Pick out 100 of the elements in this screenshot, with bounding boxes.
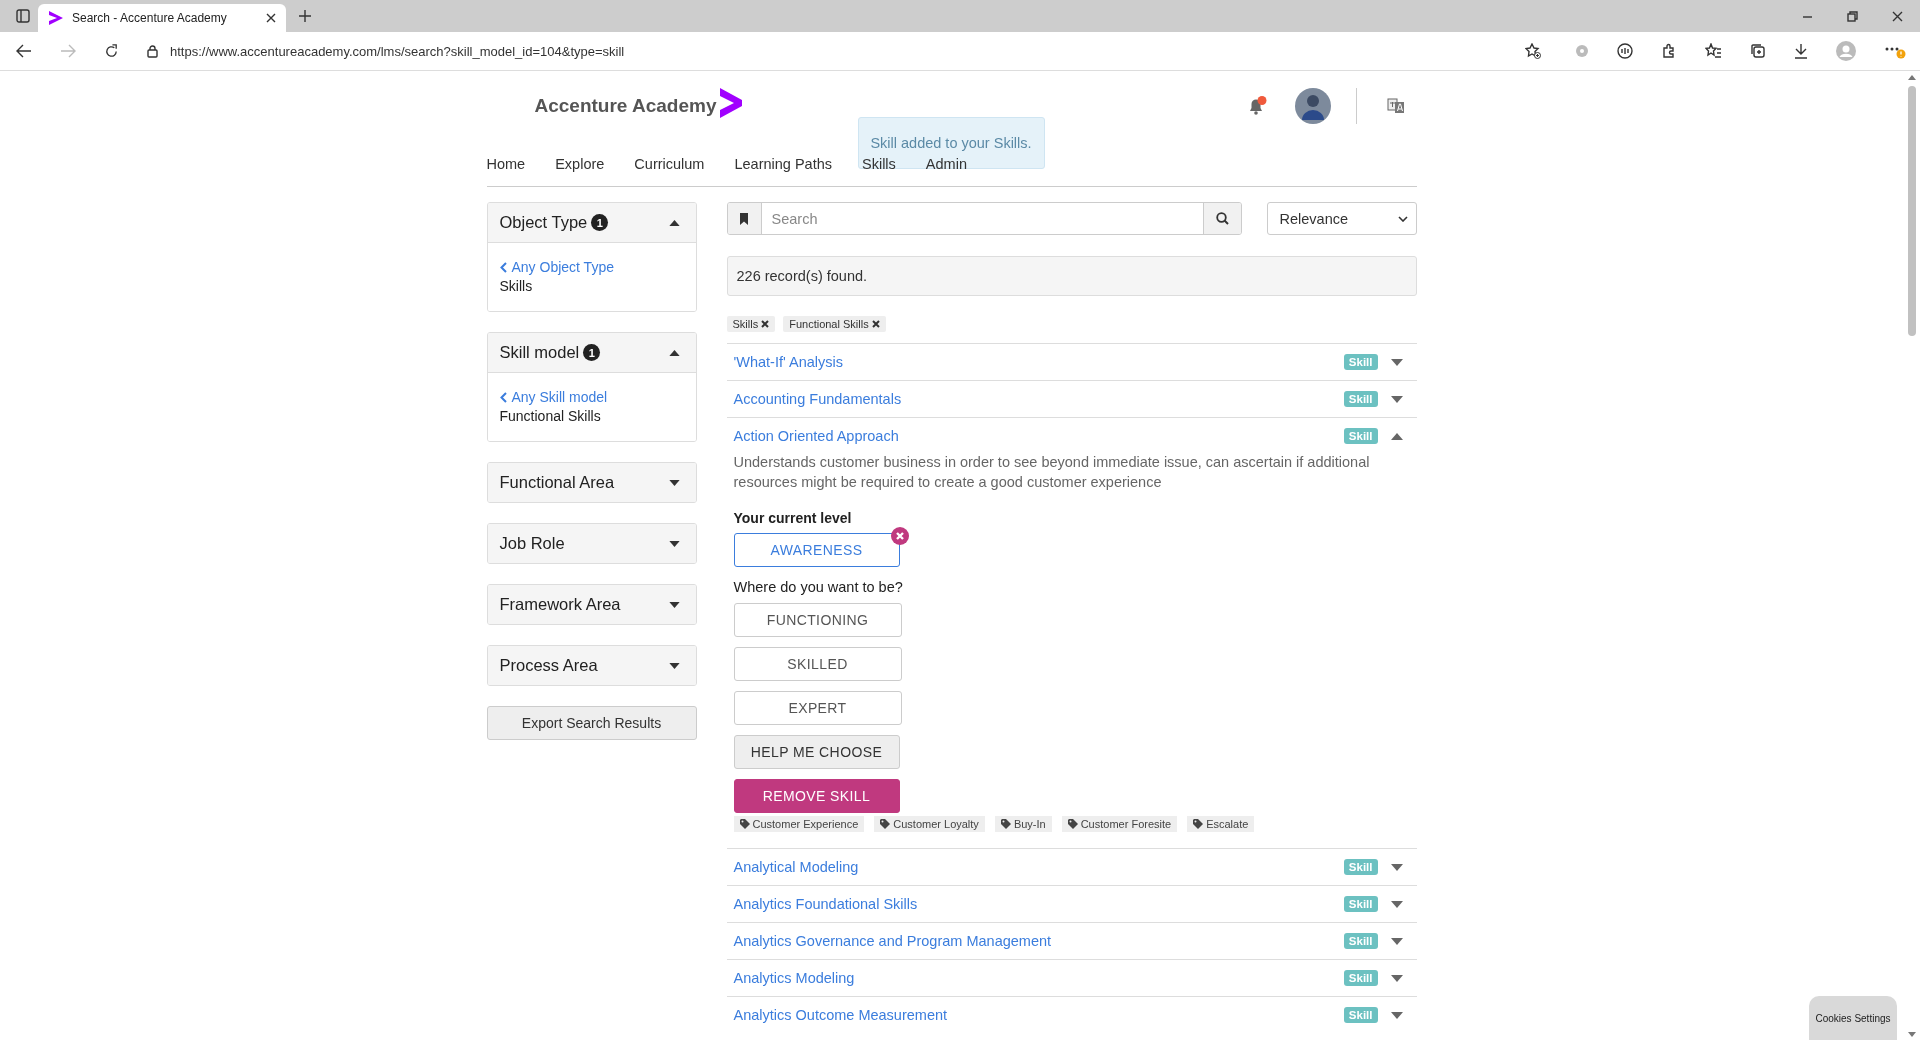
section-label: Your current level [733,510,853,526]
level-button[interactable]: FUNCTIONING [733,603,902,637]
remove-icon[interactable] [761,320,770,328]
bookmark-icon [739,212,749,225]
tag[interactable]: Customer Loyalty [874,816,985,832]
section-label: Where do you want to be? [733,579,904,595]
download-icon[interactable] [1794,43,1808,59]
caret-down-icon[interactable] [1390,358,1403,366]
chevron-left-icon [499,261,507,273]
skill-badge: Skill [1343,1007,1378,1023]
filter-header[interactable]: Process Area [487,646,696,685]
nav-link[interactable]: Learning Paths [734,155,832,172]
result-link[interactable]: Analytics Modeling [733,970,855,986]
search-icon [1215,212,1229,225]
avatar-icon[interactable] [1294,88,1331,124]
tag-icon [880,819,891,829]
skill-badge: Skill [1343,933,1378,949]
collections-icon[interactable] [1750,43,1766,59]
chevron-icon [48,11,64,25]
filter-value: Functional Skills [499,408,602,424]
tag[interactable]: Customer Experience [733,816,865,832]
lock-icon [147,44,158,58]
nav-link[interactable]: Home [486,155,526,172]
search-field[interactable]: Search [726,202,1242,235]
export-button[interactable]: Export Search Results [486,706,697,740]
caret-down-icon[interactable] [1390,863,1403,871]
scrollbar-thumb[interactable] [1907,86,1916,336]
help-button[interactable]: HELP ME CHOOSE [733,735,900,769]
arrow-up-icon[interactable] [1907,75,1916,80]
sidebar-icon[interactable] [16,9,30,23]
nav-link[interactable]: Explore [555,155,605,172]
nav-link[interactable]: Admin [925,155,967,172]
result-link[interactable]: Analytics Governance and Program Management [733,933,1052,949]
result-link[interactable]: Analytics Foundational Skills [733,896,918,912]
skill-badge: Skill [1343,896,1378,912]
bookmark-button[interactable] [727,203,762,234]
puzzle-icon[interactable] [1661,43,1677,59]
count-badge: 1 [583,344,601,361]
caret-down-icon[interactable] [1390,900,1403,908]
caret-down-icon[interactable] [1390,937,1403,945]
extension-icon[interactable] [1617,43,1633,59]
skill-badge: Skill [1343,859,1378,875]
star-plus-icon[interactable] [1525,43,1541,59]
result-link[interactable]: Analytical Modeling [733,859,859,875]
caret-up-icon[interactable] [1390,432,1403,440]
level-button[interactable]: EXPERT [733,691,902,725]
filter-header[interactable]: Object Type 1 [487,203,696,242]
tag-icon [1193,819,1204,829]
search-button[interactable] [1202,203,1241,234]
arrow-down-icon[interactable] [1907,1032,1916,1037]
records-count: 226 record(s) found. [736,268,868,284]
skill-badge: Skill [1343,428,1378,444]
skill-badge: Skill [1343,970,1378,986]
filter-header[interactable]: Skill model 1 [487,333,696,372]
filter-header[interactable]: Framework Area [487,585,696,624]
filter-link[interactable]: Any Skill model [499,389,684,405]
filter-chip[interactable]: Functional Skills [783,316,886,332]
result-link[interactable]: Action Oriented Approach [733,428,899,444]
skill-badge: Skill [1343,391,1378,407]
site-logo: Accenture Academy [534,95,717,117]
chevron-icon [719,88,744,118]
skill-badge: Skill [1343,354,1378,370]
reload-icon[interactable] [104,43,119,59]
plus-icon[interactable] [298,9,312,23]
tag[interactable]: Escalate [1187,816,1255,832]
favorites-icon[interactable] [1705,43,1722,59]
tag[interactable]: Customer Foresite [1061,816,1178,832]
filter-link[interactable]: Any Object Type [499,259,684,275]
result-link[interactable]: Accounting Fundamentals [733,391,902,407]
filter-header[interactable]: Functional Area [487,463,696,502]
close-icon[interactable] [1892,10,1903,22]
nav-link[interactable]: Skills [862,155,896,172]
level-button[interactable]: SKILLED [733,647,902,681]
tag[interactable]: Buy-In [994,816,1052,832]
remove-button[interactable]: REMOVE SKILL [733,779,900,813]
filter-header[interactable]: Job Role [487,524,696,563]
chevron-left-icon [499,391,507,403]
filter-chip[interactable]: Skills [726,316,776,332]
restore-icon[interactable] [1847,10,1858,22]
browser-tab[interactable]: Search - Accenture Academy [38,4,286,32]
chevron-down-icon [1397,215,1408,222]
sort-dropdown[interactable]: Relevance [1266,202,1417,235]
result-link[interactable]: 'What-If' Analysis [733,354,843,370]
remove-icon[interactable] [871,320,880,328]
level-button[interactable]: AWARENESS [733,533,900,567]
caret-down-icon[interactable] [1390,395,1403,403]
cookies-button[interactable]: Cookies Settings [1809,996,1897,1040]
tag-icon [739,819,750,829]
filter-value: Skills [499,278,534,294]
result-link[interactable]: Analytics Outcome Measurement [733,1007,948,1023]
close-icon[interactable] [266,13,276,23]
skill-description: Understands customer business in order to see beyond immediate issue, can ascertain if additional resources might be required to create a good customer experience [733,453,1371,492]
back-icon[interactable] [16,44,32,58]
caret-down-icon[interactable] [1390,974,1403,982]
nav-link[interactable]: Curriculum [634,155,705,172]
tab-title: Search - Accenture Academy [72,11,228,25]
translate-icon[interactable] [1386,97,1405,115]
caret-down-icon[interactable] [1390,1011,1403,1019]
tag-icon [1000,819,1011,829]
remove-icon[interactable] [890,527,909,545]
